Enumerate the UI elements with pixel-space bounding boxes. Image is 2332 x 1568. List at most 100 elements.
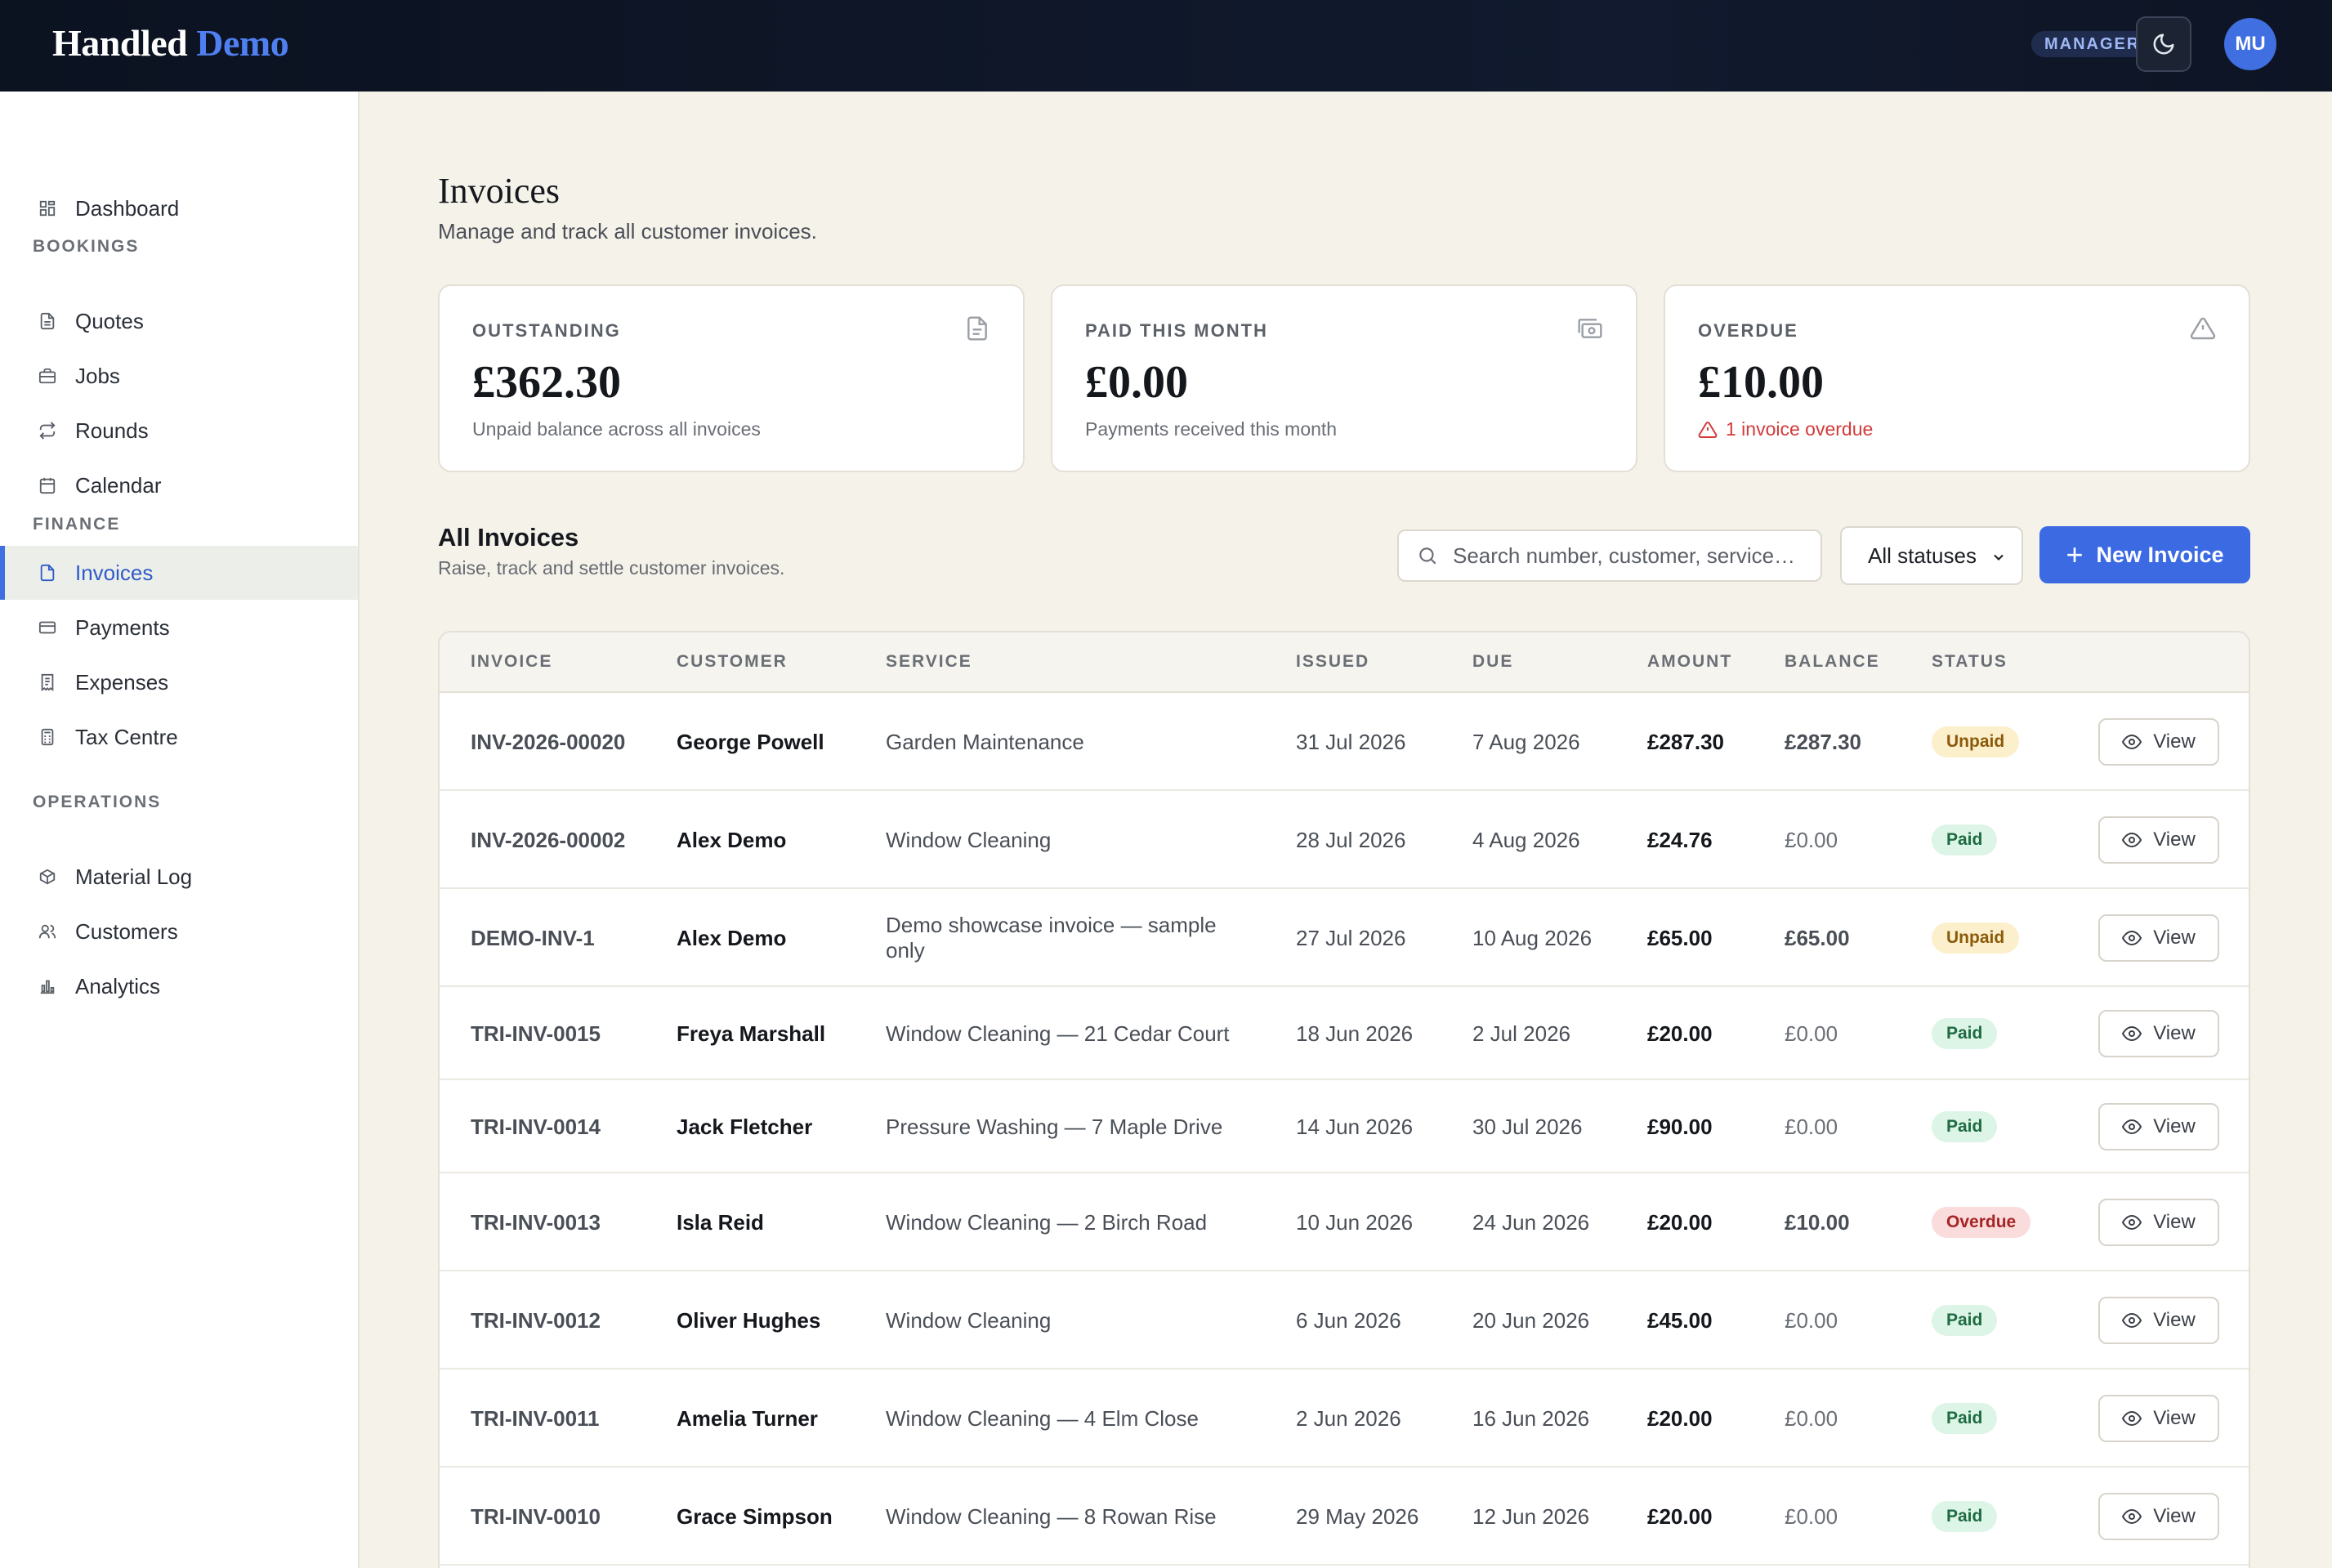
search-input[interactable] [1453,543,1796,569]
customer-cell: Alex Demo [677,889,856,987]
service-cell: Garden Maintenance [886,693,1253,791]
view-button-label: View [2153,1022,2196,1044]
issued-date-cell: 27 Jul 2026 [1296,889,1443,987]
sidebar-item-customers[interactable]: Customers [0,905,358,958]
view-invoice-button[interactable]: View [2098,718,2219,766]
amount-cell-text: £20.00 [1647,1405,1713,1431]
eye-icon [2122,734,2142,750]
table-row[interactable]: TRI-INV-0012 Oliver Hughes Window Cleaning… [440,1271,2249,1369]
table-row[interactable]: TRI-INV-0011 Amelia Turner Window Cleaning… [440,1369,2249,1467]
service-cell-text: Window Cleaning — 8 Rowan Rise [886,1503,1217,1529]
view-button-label: View [2153,1505,2196,1527]
sidebar-item-invoices[interactable]: Invoices [0,546,358,600]
due-date-cell-text: 7 Aug 2026 [1472,729,1580,754]
theme-toggle-button[interactable] [2136,16,2191,72]
view-invoice-button[interactable]: View [2098,1103,2219,1150]
sidebar-item-analytics[interactable]: Analytics [0,959,358,1013]
column-header-issued[interactable]: ISSUED [1296,652,1369,672]
balance-cell-text: £0.00 [1785,1503,1838,1529]
column-header-due[interactable]: DUE [1472,652,1513,672]
balance-cell-text: £65.00 [1785,925,1850,950]
column-header-balance[interactable]: BALANCE [1785,652,1880,672]
view-invoice-button[interactable]: View [2098,816,2219,864]
column-header-customer[interactable]: CUSTOMER [677,652,788,672]
sidebar-item-rounds[interactable]: Rounds [0,404,358,458]
invoice-number-cell: TRI-INV-0011 [471,1369,634,1467]
column-header-service[interactable]: SERVICE [886,652,972,672]
table-row[interactable]: INV-2026-00020 George Powell Garden Mainte… [440,693,2249,791]
eye-icon [2122,832,2142,848]
amount-cell: £20.00 [1647,1173,1770,1271]
table-row[interactable]: TRI-INV-0010 Grace Simpson Window Cleaning… [440,1467,2249,1566]
stat-label: PAID THIS MONTH [1085,320,1268,341]
view-button-label: View [2153,927,2196,949]
brand-main: Handled [52,22,188,64]
sidebar-item-label: Customers [75,918,178,944]
table-row[interactable]: TRI-INV-0014 Jack Fletcher Pressure Washin… [440,1080,2249,1173]
stat-value: £10.00 [1698,357,1824,408]
sidebar-item-material-log[interactable]: Material Log [0,850,358,904]
status-filter-select[interactable]: All statuses [1840,526,2023,585]
view-invoice-button[interactable]: View [2098,914,2219,962]
sidebar-item-jobs[interactable]: Jobs [0,349,358,403]
due-date-cell-text: 10 Aug 2026 [1472,925,1593,950]
eye-icon [2122,1508,2142,1525]
stat-note: Payments received this month [1085,418,1338,440]
view-invoice-button[interactable]: View [2098,1199,2219,1246]
issued-date-cell: 2 Jun 2026 [1296,1369,1443,1467]
balance-cell-text: £0.00 [1785,1114,1838,1139]
view-invoice-button[interactable]: View [2098,1297,2219,1344]
view-button-label: View [2153,730,2196,753]
due-date-cell-text: 24 Jun 2026 [1472,1209,1590,1235]
column-header-invoice[interactable]: INVOICE [471,652,552,672]
status-badge: Overdue [1932,1207,2031,1238]
sidebar-item-payments[interactable]: Payments [0,601,358,654]
column-header-status[interactable]: STATUS [1932,652,2008,672]
customer-cell-text: Grace Simpson [677,1503,833,1529]
new-invoice-button[interactable]: + New Invoice [2039,526,2250,583]
sidebar-item-label: Material Log [75,864,193,889]
sidebar-item-quotes[interactable]: Quotes [0,294,358,348]
customer-cell-text: Jack Fletcher [677,1114,813,1139]
user-avatar[interactable]: MU [2224,18,2276,70]
issued-date-cell-text: 14 Jun 2026 [1296,1114,1414,1139]
stat-value: £362.30 [472,357,621,408]
sidebar-item-calendar[interactable]: Calendar [0,458,358,512]
table-row[interactable]: TRI-INV-0015 Freya Marshall Window Cleanin… [440,987,2249,1080]
column-header-amount[interactable]: AMOUNT [1647,652,1732,672]
sidebar-item-label: Calendar [75,472,162,498]
customer-cell: Alex Demo [677,791,856,889]
balance-cell: £0.00 [1785,791,1907,889]
document-icon [38,311,57,331]
customer-cell: Oliver Hughes [677,1271,856,1369]
balance-cell-text: £0.00 [1785,1405,1838,1431]
table-row[interactable]: TRI-INV-0013 Isla Reid Window Cleaning — 2… [440,1173,2249,1271]
view-invoice-button[interactable]: View [2098,1493,2219,1540]
sidebar-item-dashboard[interactable]: Dashboard [0,181,358,235]
view-invoice-button[interactable]: View [2098,1395,2219,1442]
brand-logo[interactable]: Handled Demo [52,21,289,65]
due-date-cell-text: 30 Jul 2026 [1472,1114,1583,1139]
page-title: Invoices [438,171,561,211]
due-date-cell: 7 Aug 2026 [1472,693,1619,791]
service-cell-text: Demo showcase invoice — sample only [886,913,1217,963]
table-row[interactable]: DEMO-INV-1 Alex Demo Demo showcase invoice… [440,889,2249,987]
issued-date-cell-text: 6 Jun 2026 [1296,1307,1401,1333]
table-row[interactable]: INV-2026-00002 Alex Demo Window Cleaning 28… [440,791,2249,889]
stat-note: Unpaid balance across all invoices [472,418,761,440]
eye-icon [2122,1410,2142,1427]
search-box[interactable] [1397,529,1822,582]
status-cell: Overdue [1932,1173,2095,1271]
service-cell: Window Cleaning — 21 Cedar Court [886,987,1253,1080]
sidebar-item-label: Jobs [75,363,120,388]
view-invoice-button[interactable]: View [2098,1010,2219,1057]
sidebar-item-expenses[interactable]: Expenses [0,655,358,709]
service-cell: Window Cleaning — 2 Birch Road [886,1173,1253,1271]
section-title: All Invoices [438,523,579,552]
file-icon [967,316,987,341]
sidebar: Dashboard BOOKINGS Quotes Jobs Rounds Ca… [0,92,360,1568]
sidebar-item-tax-centre[interactable]: Tax Centre [0,710,358,764]
invoice-number-cell: TRI-INV-0010 [471,1467,634,1566]
issued-date-cell-text: 10 Jun 2026 [1296,1209,1414,1235]
invoice-number-cell: TRI-INV-0014 [471,1080,634,1173]
